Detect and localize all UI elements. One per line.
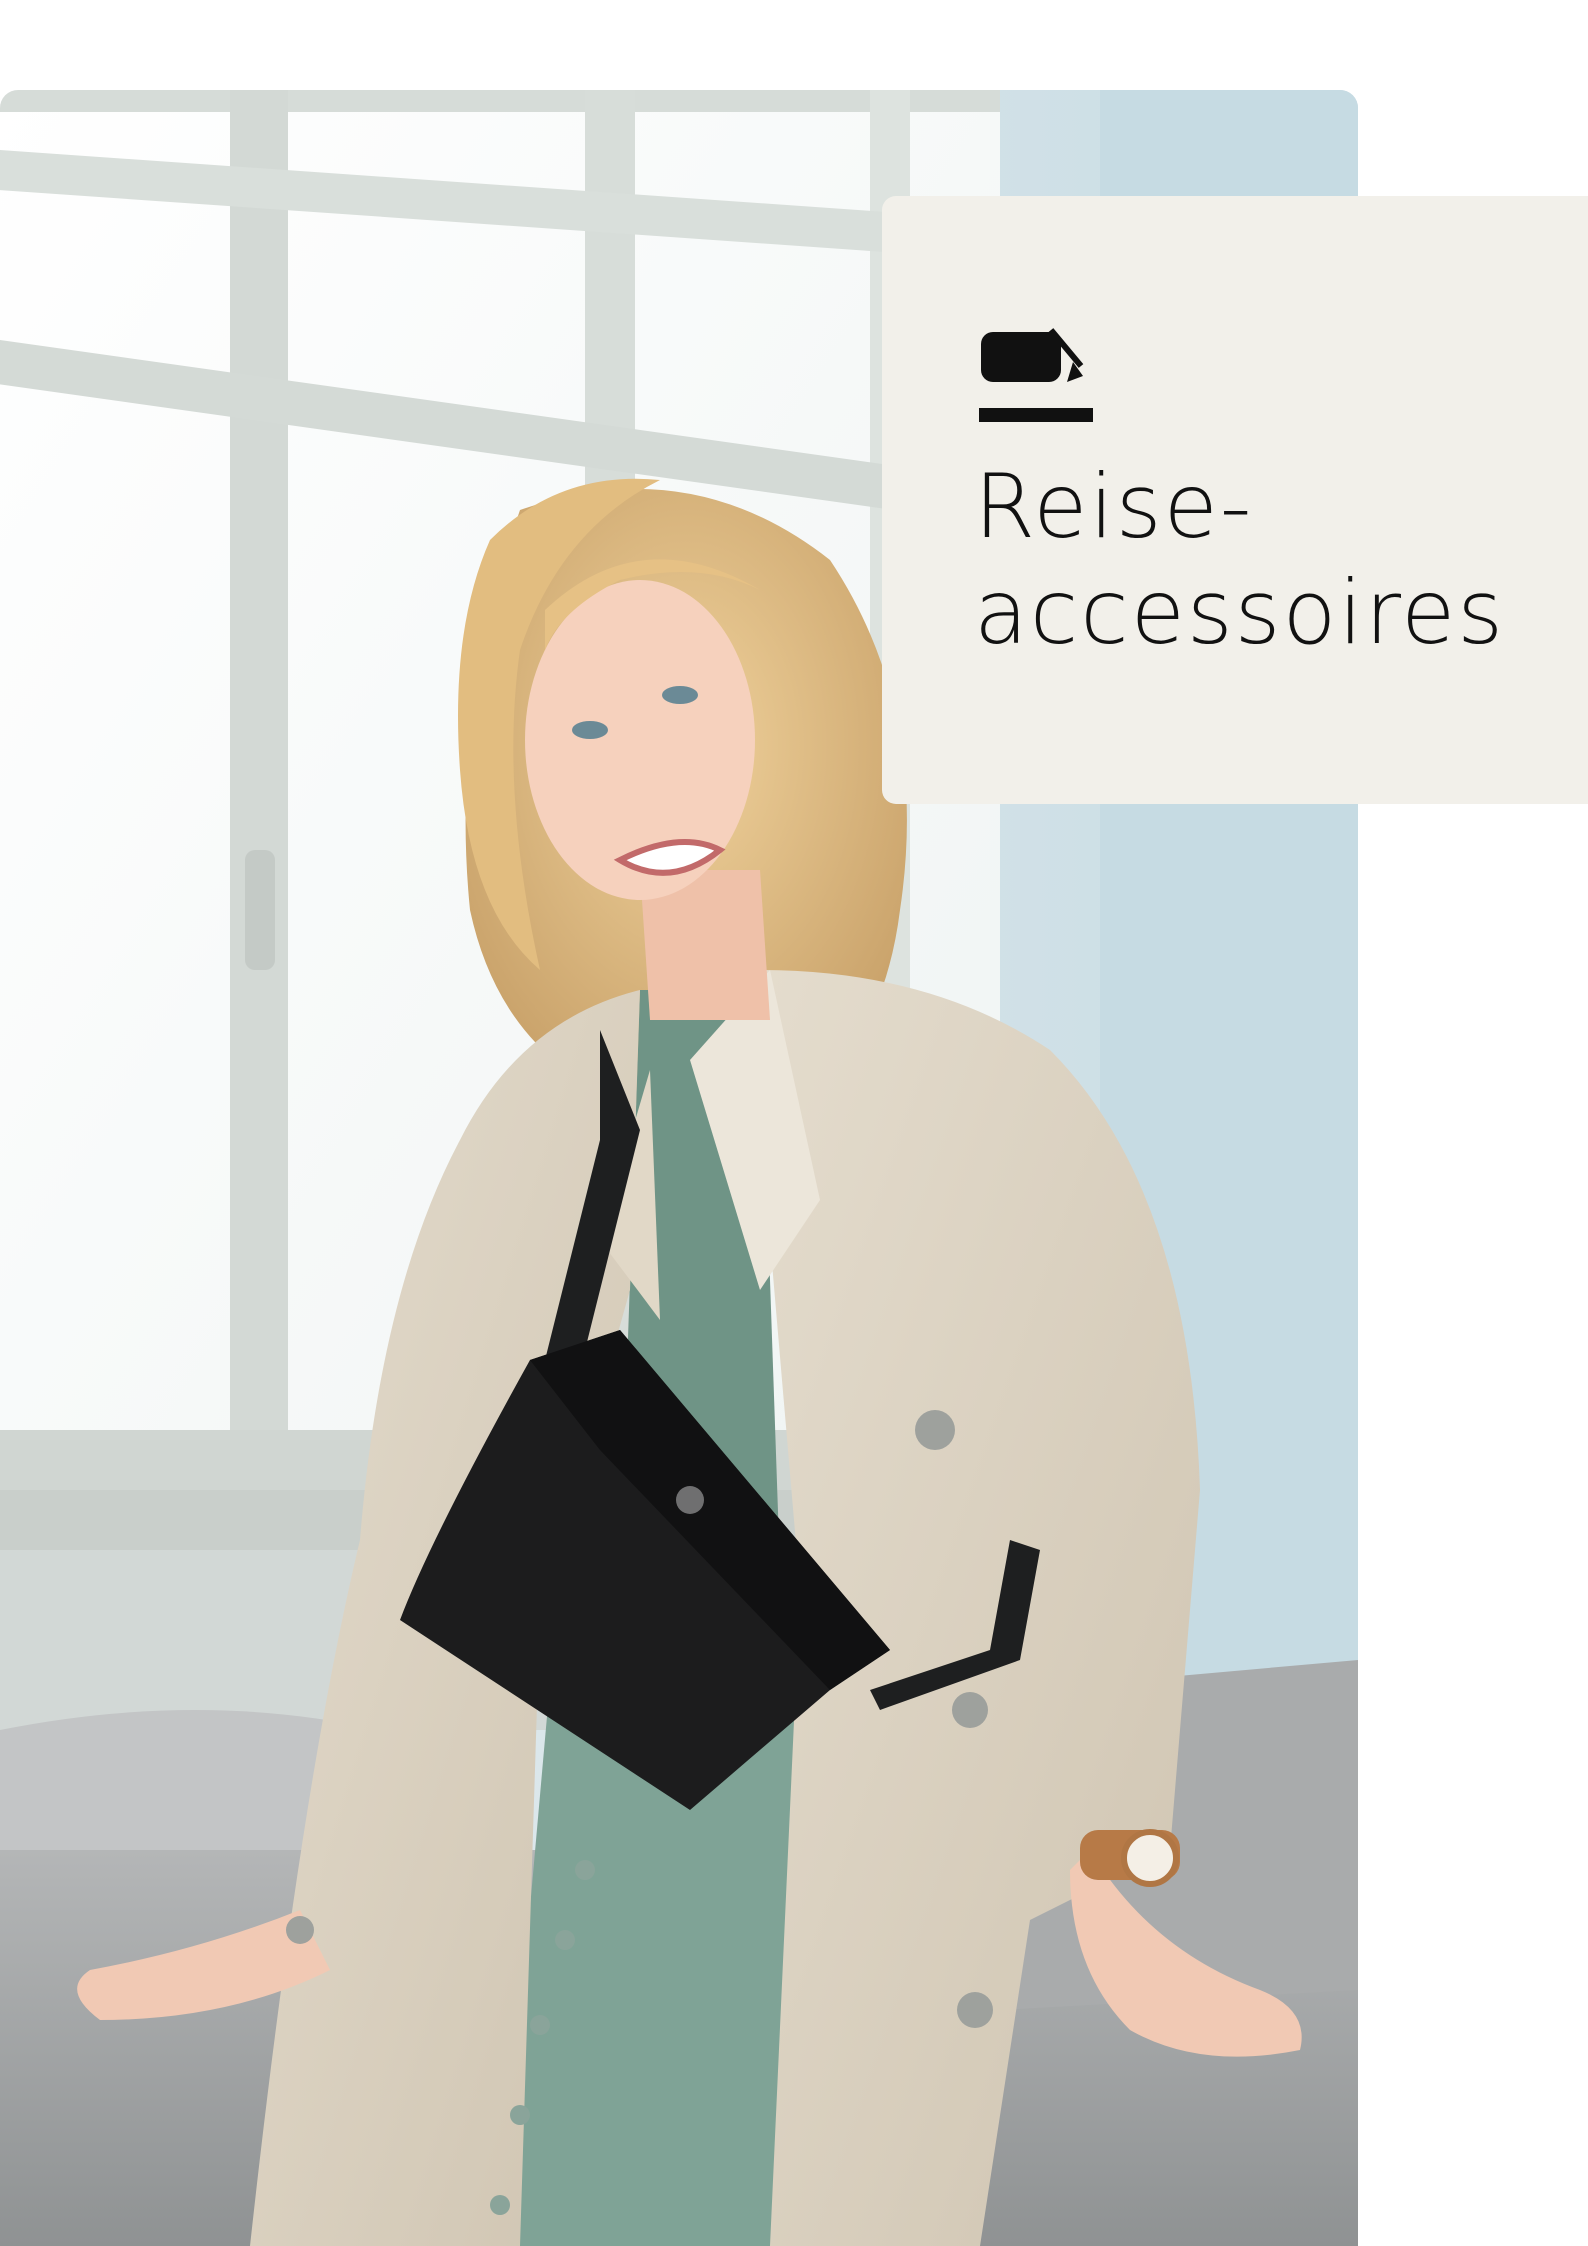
page-title-line1: Reise- xyxy=(974,455,1254,558)
title-card: Reise- accessoires xyxy=(882,196,1588,804)
page-title-line2: accessoires xyxy=(974,561,1506,664)
bag-icon xyxy=(981,328,1084,382)
icon-underline xyxy=(979,408,1093,422)
page-title: Reise- accessoires xyxy=(974,454,1505,666)
